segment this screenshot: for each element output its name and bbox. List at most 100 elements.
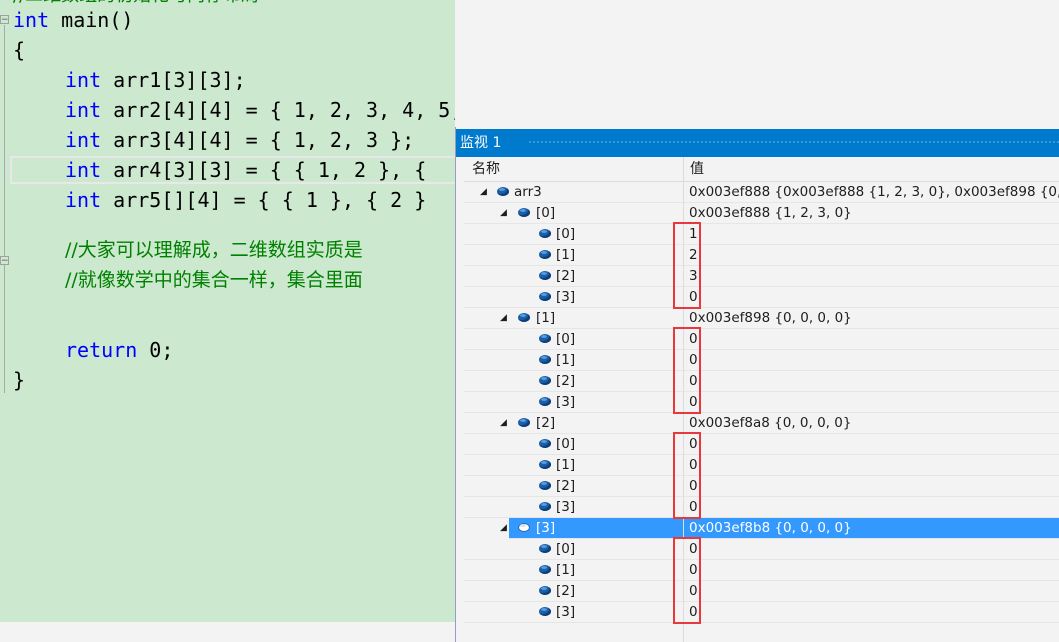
code-keyword: int	[65, 68, 102, 92]
code-keyword: int	[65, 128, 102, 152]
watch-name: [0]	[556, 226, 576, 242]
watch-name: [0]	[536, 205, 556, 221]
watch-row[interactable]: ◢ [3] 0x003ef8b8 {0, 0, 0, 0}	[500, 518, 1059, 539]
fold-guide	[4, 25, 5, 393]
watch-row[interactable]: [2] 0	[464, 581, 1059, 602]
watch-name: [3]	[536, 520, 556, 536]
watch-row[interactable]: [1] 2	[464, 245, 1059, 266]
watch-row[interactable]: [3] 0	[464, 392, 1059, 413]
watch-row[interactable]: [3] 0	[464, 497, 1059, 518]
watch-name: [1]	[556, 247, 576, 263]
watch-row[interactable]: ◢ [0] 0x003ef888 {1, 2, 3, 0}	[464, 203, 1059, 224]
watch-header: 名称 值	[464, 157, 1059, 182]
watch-row[interactable]: ◢ arr3 0x003ef888 {0x003ef888 {1, 2, 3, 0}…	[464, 182, 1059, 203]
code-line: int main()	[13, 5, 133, 35]
collapse-arrow-icon[interactable]: ◢	[500, 518, 507, 539]
watch-row[interactable]: [2] 3	[464, 266, 1059, 287]
watch-row[interactable]: [2] 0	[464, 476, 1059, 497]
watch-name: [2]	[556, 478, 576, 494]
code-line: {	[13, 35, 25, 65]
watch-name: [3]	[556, 604, 576, 620]
variable-icon	[539, 460, 551, 469]
column-header-value[interactable]: 值	[683, 157, 704, 181]
code-keyword: int	[65, 158, 102, 182]
watch-row[interactable]: [0] 0	[464, 329, 1059, 350]
watch-row[interactable]: [1] 0	[464, 455, 1059, 476]
highlight-box	[673, 537, 701, 624]
watch-name: [0]	[556, 331, 576, 347]
code-line: int arr3[4][4] = { 1, 2, 3 };	[65, 125, 414, 155]
collapse-arrow-icon[interactable]: ◢	[500, 413, 507, 434]
watch-title: 监视 1	[460, 135, 502, 151]
watch-name: [1]	[556, 457, 576, 473]
code-text: arr3[4][4] = { 1, 2, 3 };	[101, 128, 415, 152]
code-text: arr5[][4] = { { 1 }, { 2 }	[101, 188, 427, 212]
variable-icon	[539, 607, 551, 616]
watch-name: [3]	[556, 499, 576, 515]
watch-row[interactable]: [2] 0	[464, 371, 1059, 392]
code-line: int arr1[3][3];	[65, 65, 246, 95]
watch-name: [1]	[536, 310, 556, 326]
code-line: int arr5[][4] = { { 1 }, { 2 }	[65, 185, 426, 215]
watch-name: [2]	[556, 373, 576, 389]
watch-name: arr3	[514, 184, 542, 200]
code-line: return 0;	[65, 335, 173, 365]
code-keyword: int	[65, 188, 102, 212]
watch-row[interactable]: [1] 0	[464, 350, 1059, 371]
editor-footer	[0, 622, 455, 642]
code-line: }	[13, 365, 25, 395]
variable-icon	[539, 376, 551, 385]
watch-row[interactable]: [3] 0	[464, 602, 1059, 623]
collapse-arrow-icon[interactable]: ◢	[500, 203, 507, 224]
watch-value[interactable]: 0x003ef898 {0, 0, 0, 0}	[683, 308, 852, 329]
watch-name: [1]	[556, 562, 576, 578]
code-keyword: int	[13, 8, 50, 32]
watch-name: [2]	[536, 415, 556, 431]
code-text: {	[13, 38, 26, 62]
code-comment: //大家可以理解成，二维数组实质是	[65, 239, 363, 261]
code-line: //大家可以理解成，二维数组实质是	[65, 234, 363, 264]
column-header-name[interactable]: 名称	[472, 157, 500, 181]
watch-row[interactable]: [0] 1	[464, 224, 1059, 245]
watch-row[interactable]: [0] 0	[464, 434, 1059, 455]
variable-icon	[539, 271, 551, 280]
watch-row[interactable]: [1] 0	[464, 560, 1059, 581]
watch-value[interactable]: 0x003ef888 {1, 2, 3, 0}	[683, 203, 852, 224]
code-text: }	[13, 368, 26, 392]
code-text: arr2[4][4] = { 1, 2, 3, 4, 5, 6, 7, 8, 9…	[113, 98, 455, 122]
variable-icon	[539, 565, 551, 574]
fold-toggle-main[interactable]: −	[0, 15, 9, 25]
watch-name: [1]	[556, 352, 576, 368]
code-editor[interactable]: //二维数组的初始化与内存布局 − − int main(){int arr1[…	[0, 0, 455, 622]
fold-toggle-comment[interactable]: −	[0, 256, 9, 266]
variable-icon	[539, 502, 551, 511]
watch-name: [2]	[556, 268, 576, 284]
watch-row[interactable]: ◢ [1] 0x003ef898 {0, 0, 0, 0}	[464, 308, 1059, 329]
variable-icon	[539, 439, 551, 448]
code-text: arr1[3][3];	[101, 68, 246, 92]
code-line: //就像数学中的集合一样，集合里面	[65, 264, 363, 294]
watch-value[interactable]: 0x003ef888 {0x003ef888 {1, 2, 3, 0}, 0x0…	[683, 182, 1059, 203]
watch-title-bar[interactable]: 监视 1	[456, 129, 1059, 157]
variable-icon	[539, 250, 551, 259]
highlight-box	[673, 327, 701, 414]
watch-value[interactable]: 0x003ef8a8 {0, 0, 0, 0}	[683, 413, 851, 434]
variable-icon	[518, 313, 530, 322]
collapse-arrow-icon[interactable]: ◢	[500, 308, 507, 329]
code-text: arr4[3][3] = { { 1, 2 }, {	[101, 158, 427, 182]
title-grip	[528, 140, 1059, 145]
collapse-arrow-icon[interactable]: ◢	[480, 182, 487, 203]
watch-name: [3]	[556, 289, 576, 305]
variable-icon	[518, 523, 530, 532]
watch-value[interactable]: 0x003ef8b8 {0, 0, 0, 0}	[683, 518, 852, 539]
watch-row[interactable]: [0] 0	[464, 539, 1059, 560]
watch-row[interactable]: [3] 0	[464, 287, 1059, 308]
variable-icon	[539, 355, 551, 364]
variable-icon	[539, 544, 551, 553]
watch-window[interactable]: 监视 1 名称 值 ◢ arr3 0x003ef888 {0x003ef888 {1…	[455, 127, 1059, 642]
code-line: int arr2[4][4] = { 1, 2, 3, 4, 5, 6, 7, …	[65, 95, 455, 125]
variable-icon	[539, 229, 551, 238]
watch-row[interactable]: ◢ [2] 0x003ef8a8 {0, 0, 0, 0}	[464, 413, 1059, 434]
code-keyword: int	[65, 98, 102, 122]
highlight-box	[673, 222, 701, 309]
